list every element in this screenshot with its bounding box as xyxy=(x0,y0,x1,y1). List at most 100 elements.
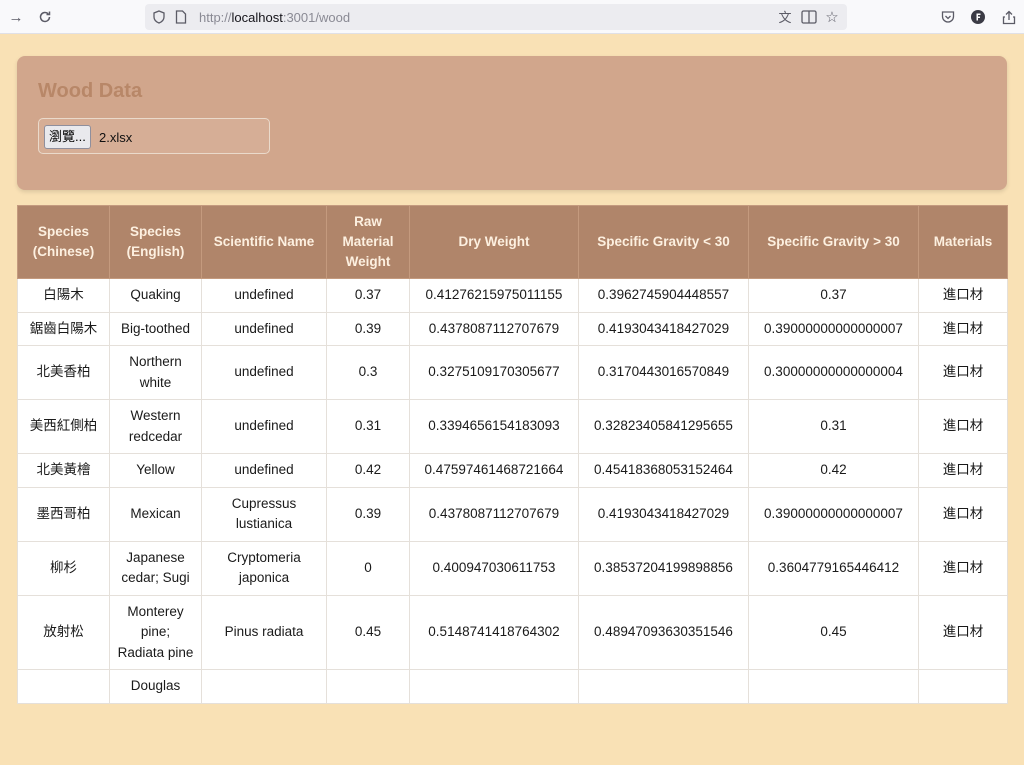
cell-species-english: Mexican xyxy=(109,486,202,542)
cell-species-chinese: 北美香柏 xyxy=(17,345,110,400)
cell-dry-weight: 0.41276215975011155 xyxy=(409,278,579,313)
cell-materials: 進口材 xyxy=(918,345,1008,400)
cell-dry-weight: 0.3394656154183093 xyxy=(409,399,579,454)
header-raw-material-weight: Raw Material Weight xyxy=(326,205,410,279)
browse-button[interactable]: 瀏覽... xyxy=(44,125,91,149)
table-row: 白陽木 Quaking undefined 0.37 0.41276215975… xyxy=(17,278,1008,313)
account-icon[interactable] xyxy=(968,7,988,27)
cell-species-english: Douglas xyxy=(109,669,202,704)
cell-specific-gravity-gt-30: 0.39000000000000007 xyxy=(748,486,919,542)
cell-scientific-name: undefined xyxy=(201,278,327,313)
reader-icon[interactable] xyxy=(799,7,819,27)
file-name-label: 2.xlsx xyxy=(99,130,133,145)
cell-dry-weight xyxy=(409,669,579,704)
cell-scientific-name xyxy=(201,669,327,704)
cell-specific-gravity-lt-30: 0.4193043418427029 xyxy=(578,486,749,542)
cell-raw-material-weight: 0.42 xyxy=(326,453,410,488)
cell-species-chinese: 美西紅側柏 xyxy=(17,399,110,454)
header-specific-gravity-gt-30: Specific Gravity > 30 xyxy=(748,205,919,279)
browser-toolbar: → http://localhost:3001/wood 文 ☆ xyxy=(0,0,1024,34)
cell-species-chinese: 鋸齒白陽木 xyxy=(17,311,110,346)
header-species-english: Species (English) xyxy=(109,205,202,279)
shield-icon[interactable] xyxy=(149,7,169,27)
cell-species-chinese: 白陽木 xyxy=(17,278,110,313)
cell-species-english: Monterey pine; Radiata pine xyxy=(109,594,202,670)
table-row: 放射松 Monterey pine; Radiata pine Pinus ra… xyxy=(17,594,1008,670)
page-title: Wood Data xyxy=(38,80,143,102)
cell-materials: 進口材 xyxy=(918,278,1008,313)
cell-raw-material-weight: 0.37 xyxy=(326,278,410,313)
cell-materials: 進口材 xyxy=(918,540,1008,596)
cell-specific-gravity-gt-30: 0.30000000000000004 xyxy=(748,345,919,400)
cell-species-english: Northern white xyxy=(109,345,202,400)
cell-specific-gravity-gt-30: 0.45 xyxy=(748,594,919,670)
cell-specific-gravity-gt-30: 0.42 xyxy=(748,453,919,488)
cell-scientific-name: undefined xyxy=(201,345,327,400)
cell-species-english: Big-toothed xyxy=(109,311,202,346)
cell-dry-weight: 0.4378087112707679 xyxy=(409,311,579,346)
file-input[interactable]: 瀏覽... 2.xlsx xyxy=(38,118,270,154)
cell-specific-gravity-lt-30: 0.48947093630351546 xyxy=(578,594,749,670)
cell-dry-weight: 0.4378087112707679 xyxy=(409,486,579,542)
cell-species-english: Japanese cedar; Sugi xyxy=(109,540,202,596)
upload-panel: Wood Data 瀏覽... 2.xlsx xyxy=(17,56,1007,190)
header-specific-gravity-lt-30: Specific Gravity < 30 xyxy=(578,205,749,279)
cell-materials: 進口材 xyxy=(918,311,1008,346)
cell-scientific-name: Pinus radiata xyxy=(201,594,327,670)
reload-icon[interactable] xyxy=(35,7,55,27)
cell-materials xyxy=(918,669,1008,704)
cell-dry-weight: 0.400947030611753 xyxy=(409,540,579,596)
cell-specific-gravity-lt-30: 0.45418368053152464 xyxy=(578,453,749,488)
cell-species-english: Western redcedar xyxy=(109,399,202,454)
cell-materials: 進口材 xyxy=(918,453,1008,488)
cell-scientific-name: Cryptomeria japonica xyxy=(201,540,327,596)
cell-specific-gravity-lt-30: 0.3962745904448557 xyxy=(578,278,749,313)
cell-scientific-name: Cupressus lustianica xyxy=(201,486,327,542)
cell-species-english: Quaking xyxy=(109,278,202,313)
page-icon[interactable] xyxy=(171,7,191,27)
table-row: 北美黃檜 Yellow undefined 0.42 0.47597461468… xyxy=(17,453,1008,488)
cell-species-english: Yellow xyxy=(109,453,202,488)
translate-icon[interactable]: 文 xyxy=(775,7,795,27)
cell-specific-gravity-gt-30: 0.31 xyxy=(748,399,919,454)
table-row: 墨西哥柏 Mexican Cupressus lustianica 0.39 0… xyxy=(17,486,1008,542)
cell-specific-gravity-lt-30 xyxy=(578,669,749,704)
cell-species-chinese xyxy=(17,669,110,704)
cell-scientific-name: undefined xyxy=(201,453,327,488)
cell-specific-gravity-lt-30: 0.32823405841295655 xyxy=(578,399,749,454)
cell-species-chinese: 放射松 xyxy=(17,594,110,670)
cell-specific-gravity-gt-30: 0.37 xyxy=(748,278,919,313)
table-header-row: Species (Chinese) Species (English) Scie… xyxy=(17,205,1008,279)
header-species-chinese: Species (Chinese) xyxy=(17,205,110,279)
cell-materials: 進口材 xyxy=(918,399,1008,454)
cell-specific-gravity-gt-30 xyxy=(748,669,919,704)
table-row: Douglas xyxy=(17,669,1008,704)
cell-raw-material-weight: 0.39 xyxy=(326,311,410,346)
cell-scientific-name: undefined xyxy=(201,399,327,454)
table-row: 鋸齒白陽木 Big-toothed undefined 0.39 0.43780… xyxy=(17,311,1008,346)
cell-dry-weight: 0.3275109170305677 xyxy=(409,345,579,400)
header-materials: Materials xyxy=(918,205,1008,279)
cell-raw-material-weight: 0 xyxy=(326,540,410,596)
table-row: 北美香柏 Northern white undefined 0.3 0.3275… xyxy=(17,345,1008,400)
wood-data-table: Species (Chinese) Species (English) Scie… xyxy=(17,205,1008,704)
cell-materials: 進口材 xyxy=(918,594,1008,670)
cell-raw-material-weight: 0.3 xyxy=(326,345,410,400)
header-scientific-name: Scientific Name xyxy=(201,205,327,279)
cell-dry-weight: 0.47597461468721664 xyxy=(409,453,579,488)
cell-raw-material-weight: 0.39 xyxy=(326,486,410,542)
cell-species-chinese: 北美黃檜 xyxy=(17,453,110,488)
url-text[interactable]: http://localhost:3001/wood xyxy=(199,10,350,25)
url-bar[interactable]: http://localhost:3001/wood 文 ☆ xyxy=(145,4,847,30)
table-row: 美西紅側柏 Western redcedar undefined 0.31 0.… xyxy=(17,399,1008,454)
cell-species-chinese: 墨西哥柏 xyxy=(17,486,110,542)
forward-arrow-icon[interactable]: → xyxy=(6,7,26,27)
cell-specific-gravity-lt-30: 0.4193043418427029 xyxy=(578,311,749,346)
share-icon[interactable] xyxy=(999,7,1019,27)
cell-raw-material-weight xyxy=(326,669,410,704)
cell-raw-material-weight: 0.45 xyxy=(326,594,410,670)
cell-raw-material-weight: 0.31 xyxy=(326,399,410,454)
cell-specific-gravity-gt-30: 0.39000000000000007 xyxy=(748,311,919,346)
star-icon[interactable]: ☆ xyxy=(822,7,842,27)
pocket-icon[interactable] xyxy=(938,7,958,27)
